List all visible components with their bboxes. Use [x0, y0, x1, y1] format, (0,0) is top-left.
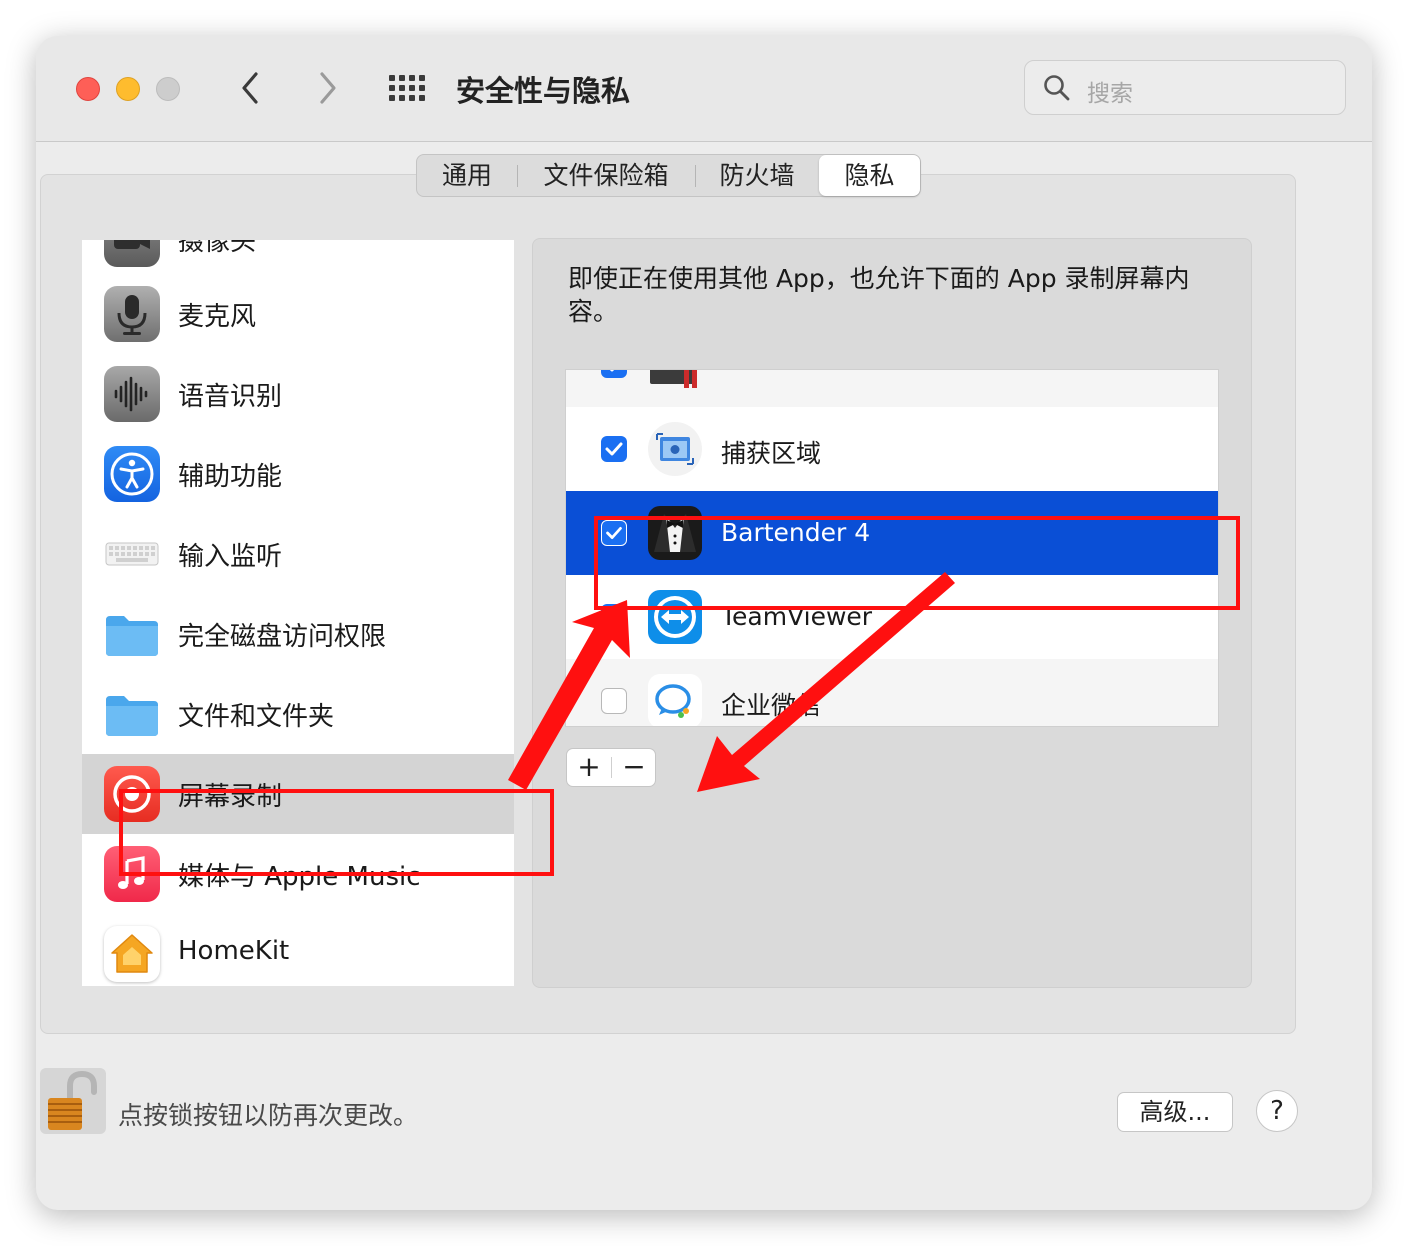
- sidebar-item-accessibility[interactable]: 辅助功能: [82, 434, 514, 514]
- search-icon: [1044, 75, 1070, 101]
- search-placeholder: 搜索: [1087, 81, 1133, 107]
- app-checkbox[interactable]: [601, 370, 627, 378]
- forward-arrow-icon[interactable]: [312, 70, 342, 106]
- tab-firewall[interactable]: 防火墙: [696, 155, 818, 196]
- speech-recognition-icon: [104, 366, 160, 422]
- app-row[interactable]: TeamViewer: [566, 575, 1218, 659]
- sidebar-item-label: 摄像头: [178, 240, 257, 257]
- sidebar-item-microphone[interactable]: 麦克风: [82, 274, 514, 354]
- app-row[interactable]: 捕获区域: [566, 407, 1218, 491]
- sidebar-item-label: 媒体与 Apple Music: [178, 862, 421, 892]
- privacy-sidebar[interactable]: 摄像头 麦克风 语音识别 辅助功能 输入监听 完全磁盘访问权限 文件和文件夹 屏…: [82, 240, 514, 986]
- sidebar-item-label: 辅助功能: [178, 462, 283, 492]
- app-name: TeamViewer: [721, 602, 873, 631]
- close-button[interactable]: [76, 77, 100, 101]
- sidebar-item-label: 麦克风: [178, 302, 257, 332]
- app-name: Bartender 4: [721, 518, 871, 547]
- accessibility-icon: [104, 446, 160, 502]
- sidebar-item-speech-recognition[interactable]: 语音识别: [82, 354, 514, 434]
- app-row[interactable]: 企业微信: [566, 659, 1218, 726]
- app-checkbox[interactable]: [601, 520, 627, 546]
- tab-general[interactable]: 通用: [417, 155, 517, 196]
- sidebar-item-label: 完全磁盘访问权限: [178, 622, 387, 652]
- app-name: 捕获区域: [721, 439, 822, 468]
- app-row-selected[interactable]: Bartender 4: [566, 491, 1218, 575]
- grid-icon[interactable]: [388, 74, 426, 102]
- keyboard-icon: [104, 526, 160, 582]
- sidebar-item-screen-recording[interactable]: 屏幕录制: [82, 754, 514, 834]
- tab-bar: 通用 文件保险箱 防火墙 隐私: [416, 154, 921, 197]
- sidebar-item-label: 输入监听: [178, 542, 283, 572]
- microphone-icon: [104, 286, 160, 342]
- lock-instruction: 点按锁按钮以防再次更改。: [118, 1101, 419, 1130]
- bartender-icon: [648, 506, 702, 560]
- add-remove-control: + −: [566, 748, 656, 787]
- checkmark-icon: [605, 610, 623, 624]
- sidebar-item-label: HomeKit: [178, 936, 290, 966]
- back-arrow-icon[interactable]: [236, 70, 266, 106]
- unlocked-padlock-icon: [48, 1070, 97, 1130]
- sidebar-item-input-monitoring[interactable]: 输入监听: [82, 514, 514, 594]
- help-button[interactable]: ?: [1256, 1090, 1298, 1132]
- app-checkbox[interactable]: [601, 436, 627, 462]
- remove-app-button[interactable]: −: [612, 749, 656, 786]
- app-list[interactable]: 捕获区域 Bartender 4 TeamViewer 企业微信: [565, 369, 1219, 727]
- add-app-button[interactable]: +: [567, 749, 611, 786]
- screenshot-icon: [648, 422, 702, 476]
- window-title: 安全性与隐私: [456, 74, 631, 108]
- minimize-button[interactable]: [116, 77, 140, 101]
- sidebar-item-media-apple-music[interactable]: 媒体与 Apple Music: [82, 834, 514, 914]
- checkmark-icon: [606, 527, 622, 539]
- home-icon: [104, 926, 160, 982]
- sidebar-item-homekit[interactable]: HomeKit: [82, 914, 514, 986]
- folder-icon: [104, 606, 160, 662]
- lock-button[interactable]: [40, 1068, 106, 1134]
- camera-icon: [104, 240, 160, 267]
- checkmark-icon: [605, 442, 623, 456]
- app-row[interactable]: [566, 370, 1218, 407]
- search-field[interactable]: 搜索: [1024, 60, 1346, 115]
- teamviewer-icon: [648, 590, 702, 644]
- zoom-button[interactable]: [156, 77, 180, 101]
- description-text: 即使正在使用其他 App，也允许下面的 App 录制屏幕内容。: [568, 264, 1190, 326]
- app-checkbox[interactable]: [601, 604, 627, 630]
- sidebar-item-label: 语音识别: [178, 382, 283, 412]
- sidebar-item-label: 文件和文件夹: [178, 702, 335, 732]
- sidebar-item-label: 屏幕录制: [178, 782, 283, 812]
- title-bar: 安全性与隐私 搜索: [36, 36, 1372, 142]
- checkmark-icon: [609, 370, 615, 372]
- wecom-icon: [648, 674, 702, 726]
- music-icon: [104, 846, 160, 902]
- screen-recording-icon: [104, 766, 160, 822]
- folder-icon: [104, 686, 160, 742]
- app-checkbox[interactable]: [601, 688, 627, 714]
- display-app-icon: [648, 370, 702, 392]
- tab-privacy[interactable]: 隐私: [819, 155, 920, 196]
- sidebar-item-files-and-folders[interactable]: 文件和文件夹: [82, 674, 514, 754]
- app-name: 企业微信: [721, 691, 822, 720]
- sidebar-item-full-disk-access[interactable]: 完全磁盘访问权限: [82, 594, 514, 674]
- advanced-button[interactable]: 高级...: [1117, 1092, 1233, 1132]
- tab-filevault[interactable]: 文件保险箱: [518, 155, 694, 196]
